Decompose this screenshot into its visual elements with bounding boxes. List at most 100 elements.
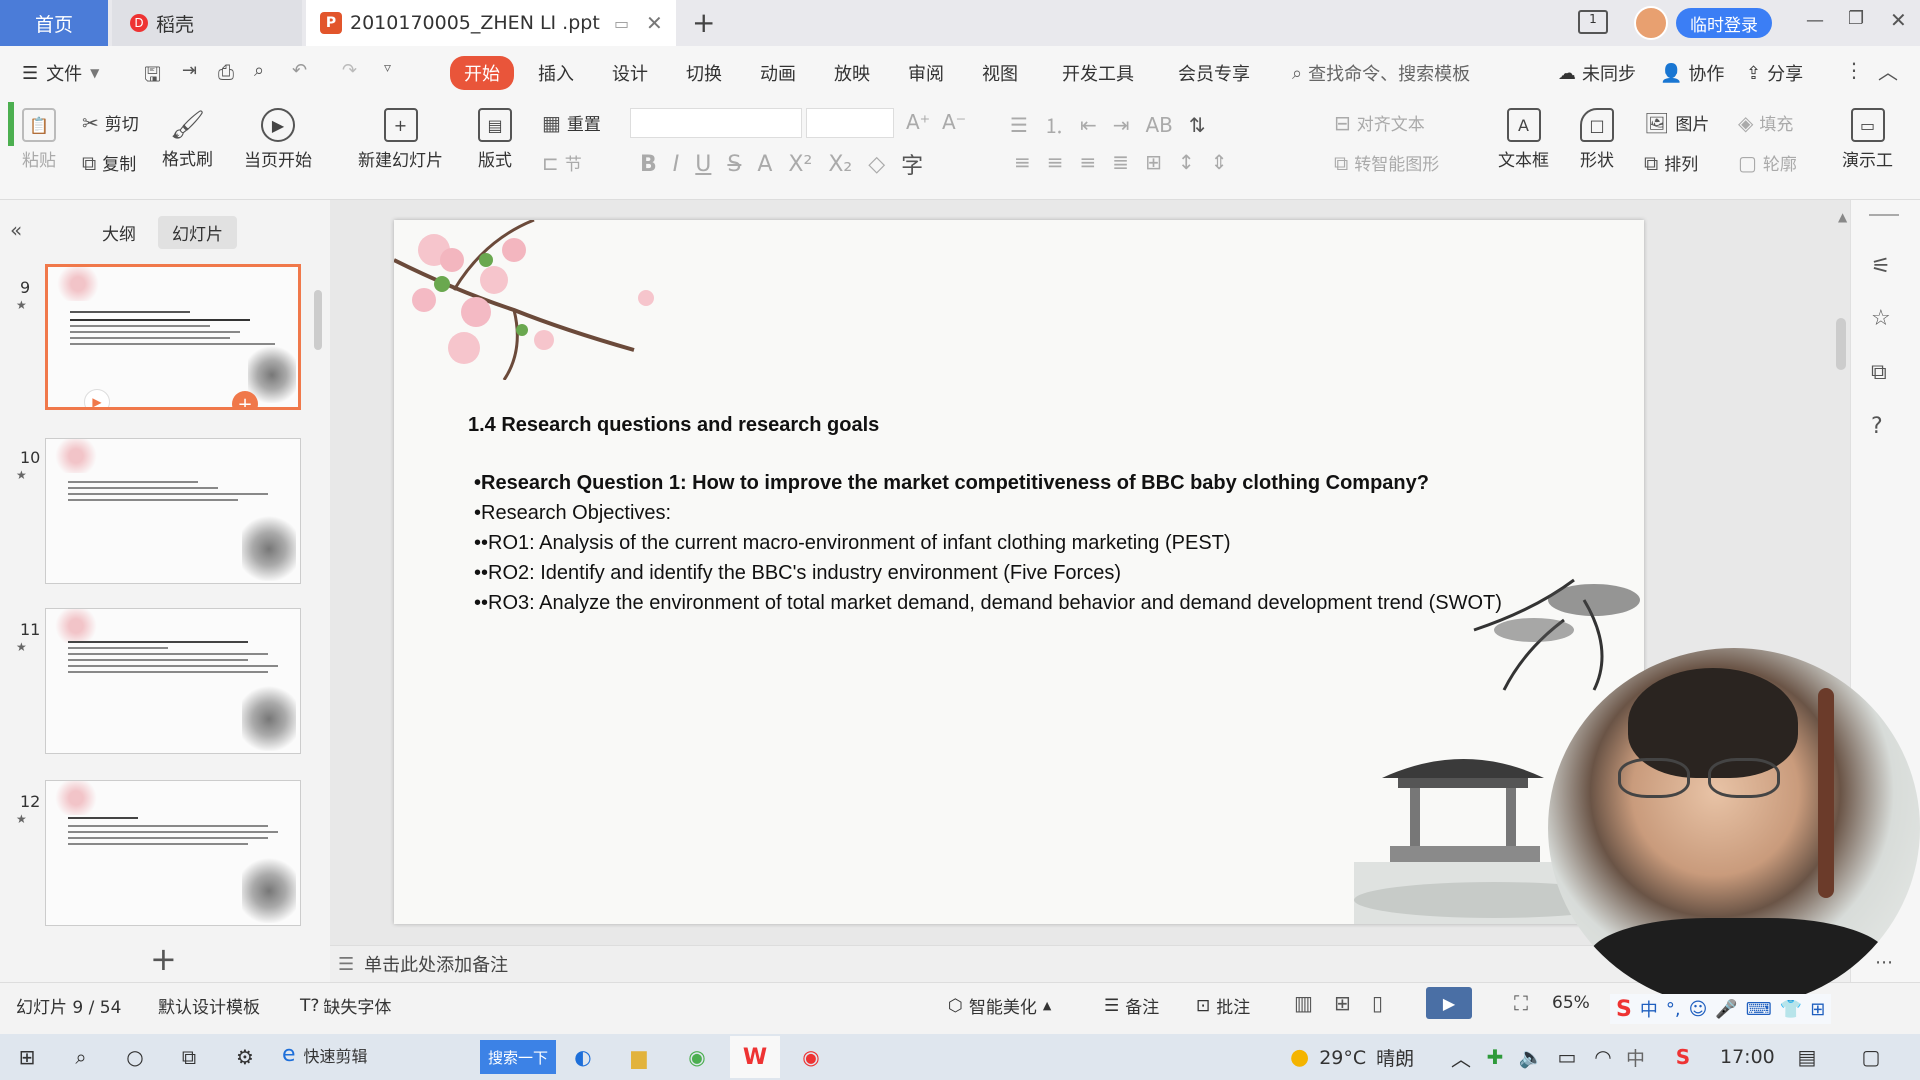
minimize-icon[interactable]: — <box>1806 10 1824 31</box>
ime-toolbar[interactable]: S 中 °, ☺ 🎤 ⌨ 👕 ⊞ <box>1610 994 1832 1024</box>
folder-icon[interactable]: ▆ <box>626 1044 652 1070</box>
research-objective-3[interactable]: ••RO3: Analyze the environment of total … <box>474 592 1502 615</box>
normal-view-icon[interactable]: ▥ <box>1294 991 1313 1015</box>
redo-icon[interactable]: ↷ <box>342 60 357 81</box>
decrease-indent-icon[interactable]: ⇤ <box>1080 113 1097 137</box>
bullets-icon[interactable]: ☰ <box>1010 113 1028 137</box>
collapse-ribbon-icon[interactable]: ︿ <box>1878 56 1898 85</box>
font-family-select[interactable] <box>630 108 802 138</box>
layout-button[interactable]: ▤ 版式 <box>478 108 512 171</box>
grow-font-icon[interactable]: A⁺ <box>906 110 930 134</box>
tab-daoke[interactable]: D 稻壳 <box>112 0 302 46</box>
search-once-button[interactable]: 搜索一下 <box>480 1040 557 1074</box>
eraser-icon[interactable]: ◇ <box>868 152 885 177</box>
edge-browser-icon[interactable]: ◐ <box>570 1044 596 1070</box>
bold-icon[interactable]: B <box>640 152 657 177</box>
fill-button[interactable]: ◈ 填充 <box>1738 110 1793 136</box>
add-slide-icon[interactable]: + <box>232 391 258 407</box>
avatar[interactable] <box>1634 6 1668 40</box>
command-search[interactable]: ⌕ 查找命令、搜索模板 <box>1292 60 1470 86</box>
wps-taskbar-icon[interactable]: W <box>730 1036 780 1078</box>
notes-toggle-button[interactable]: ☰ 备注 <box>1104 993 1159 1019</box>
align-right-icon[interactable]: ≡ <box>1080 150 1097 174</box>
browser-icon[interactable]: ◉ <box>684 1044 710 1070</box>
shrink-font-icon[interactable]: A⁻ <box>942 110 966 134</box>
notification-icon[interactable]: ▢ <box>1858 1044 1884 1070</box>
play-icon[interactable]: ▶ <box>84 389 110 407</box>
weather-widget[interactable]: ● 29°C 晴朗 <box>1290 1044 1414 1071</box>
menu-design[interactable]: 设计 <box>612 60 648 86</box>
ime-indicator[interactable]: 中 <box>1626 1044 1645 1071</box>
export-icon[interactable]: ⇥ <box>182 60 197 81</box>
slideshow-play-button[interactable]: ▶ <box>1426 987 1472 1019</box>
section-button[interactable]: ⊏ 节 <box>542 150 582 176</box>
tab-slides[interactable]: 幻灯片 <box>158 216 237 249</box>
menu-member[interactable]: 会员专享 <box>1178 60 1250 86</box>
strikethrough-icon[interactable]: S <box>727 152 741 177</box>
text-direction-icon[interactable]: AB <box>1145 113 1172 137</box>
window-layout-icon[interactable]: 1 <box>1578 10 1608 34</box>
close-window-icon[interactable]: ✕ <box>1890 8 1907 32</box>
reading-view-icon[interactable]: ▯ <box>1372 991 1383 1015</box>
wifi-icon[interactable]: ◠ <box>1590 1044 1616 1070</box>
outline-button[interactable]: ▢ 轮廓 <box>1738 150 1797 176</box>
subscript-icon[interactable]: X₂ <box>828 152 852 177</box>
print-preview-icon[interactable]: ⌕ <box>254 60 264 81</box>
windows-start-icon[interactable]: ⊞ <box>14 1044 40 1070</box>
line-spacing-icon[interactable]: ↕ <box>1178 150 1195 174</box>
panel-scrollbar[interactable] <box>314 290 322 350</box>
save-icon[interactable]: 🖫 <box>144 60 161 94</box>
play-current-button[interactable]: ▶ 当页开始 <box>244 108 312 171</box>
search-icon[interactable]: ⌕ <box>68 1044 94 1070</box>
grid-view-icon[interactable]: ⊞ <box>1334 991 1351 1015</box>
canvas-scrollbar[interactable] <box>1836 318 1846 370</box>
slide-thumbnail-10[interactable] <box>45 438 301 584</box>
distribute-icon[interactable]: ⊞ <box>1145 150 1162 174</box>
menu-start[interactable]: 开始 <box>450 56 514 90</box>
menu-insert[interactable]: 插入 <box>538 60 574 86</box>
presentation-tool-button[interactable]: ▭ 演示工 <box>1842 108 1893 171</box>
print-icon[interactable]: ⎙ <box>218 60 234 84</box>
paste-button[interactable]: 📋 粘贴 <box>22 108 56 171</box>
underline-icon[interactable]: U <box>695 152 711 177</box>
cortana-icon[interactable]: ○ <box>122 1044 148 1070</box>
task-view-icon[interactable]: ⧉ <box>176 1044 202 1070</box>
close-tab-icon[interactable]: ✕ <box>646 11 663 35</box>
align-center-icon[interactable]: ≡ <box>1047 150 1064 174</box>
add-slide-button[interactable]: + <box>150 940 177 978</box>
align-left-icon[interactable]: ≡ <box>1014 150 1031 174</box>
smart-shape-button[interactable]: ⧉ 转智能图形 <box>1334 150 1439 176</box>
template-name[interactable]: 默认设计模板 <box>158 993 260 1018</box>
research-question[interactable]: •Research Question 1: How to improve the… <box>474 472 1429 495</box>
undo-icon[interactable]: ↶ <box>292 60 307 81</box>
tray-app-icon[interactable]: ✚ <box>1482 1044 1508 1070</box>
login-button[interactable]: 临时登录 <box>1676 8 1772 38</box>
tab-document[interactable]: P 2010170005_ZHEN LI .ppt ▭ ✕ <box>306 0 676 46</box>
fit-window-icon[interactable]: ⛶ <box>1514 991 1528 1015</box>
slide-thumbnail-12[interactable] <box>45 780 301 926</box>
taskbar-app-kuaisu[interactable]: e 快速剪辑 <box>282 1042 368 1067</box>
file-menu[interactable]: ☰ 文件 ▼ <box>22 60 99 86</box>
new-tab-button[interactable]: + <box>692 6 715 39</box>
slide-thumbnail-9[interactable]: ▶ + <box>45 264 301 410</box>
tab-outline[interactable]: 大纲 <box>88 216 150 249</box>
clock[interactable]: 17:00 <box>1720 1046 1775 1068</box>
collapse-panel-icon[interactable]: « <box>10 218 22 242</box>
phonetic-icon[interactable]: 字 <box>901 148 923 180</box>
scroll-up-icon[interactable]: ▲ <box>1838 210 1847 224</box>
research-objective-2[interactable]: ••RO2: Identify and identify the BBC's i… <box>474 562 1121 585</box>
share-button[interactable]: ⇪ 分享 <box>1746 60 1803 86</box>
volume-icon[interactable]: 🔈 <box>1518 1044 1544 1070</box>
sync-button[interactable]: ☁ 未同步 <box>1558 60 1636 86</box>
cut-button[interactable]: ✂ 剪切 <box>82 110 139 136</box>
battery-icon[interactable]: ▭ <box>1554 1044 1580 1070</box>
menu-transition[interactable]: 切换 <box>686 60 722 86</box>
superscript-icon[interactable]: X² <box>788 152 812 177</box>
comment-button[interactable]: ⊡ 批注 <box>1196 993 1250 1019</box>
menu-view[interactable]: 视图 <box>982 60 1018 86</box>
font-color-icon[interactable]: A <box>757 152 772 177</box>
sort-icon[interactable]: ⇅ <box>1189 113 1206 137</box>
star-icon[interactable]: ☆ <box>1871 306 1891 331</box>
record-icon[interactable]: ◉ <box>798 1044 824 1070</box>
increase-indent-icon[interactable]: ⇥ <box>1113 113 1130 137</box>
